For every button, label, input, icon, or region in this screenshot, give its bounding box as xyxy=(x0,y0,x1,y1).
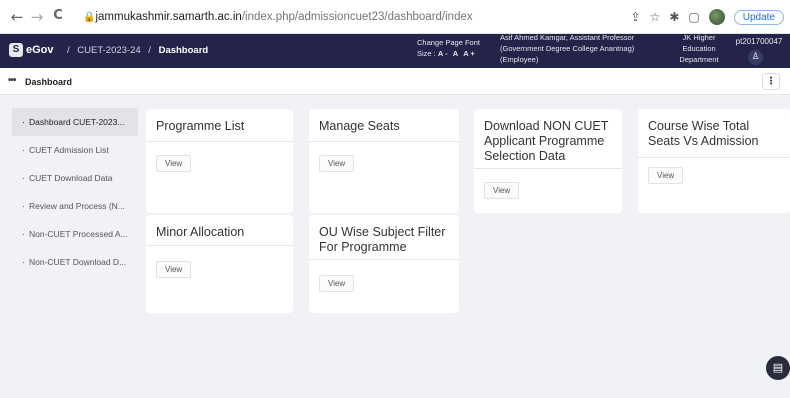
sidebar-item-label: Review and Process (N... xyxy=(29,201,125,211)
card-divider xyxy=(309,141,459,142)
dept-line: JK Higher xyxy=(682,33,716,42)
page-subheader: ••• Dashboard ⋮ xyxy=(0,68,790,95)
font-label: Change Page Font xyxy=(417,38,480,47)
card-ou-wise-subject-filter: OU Wise Subject Filter For Programme Vie… xyxy=(309,215,459,313)
sidebar-item-label: Non-CUET Download D... xyxy=(29,257,127,267)
dept-line: Education xyxy=(682,44,716,53)
user-college: (Government Degree College Anantnag) xyxy=(500,44,635,53)
card-title: OU Wise Subject Filter For Programme xyxy=(319,225,446,254)
bullet-icon: · xyxy=(22,201,25,211)
card-title: Programme List xyxy=(156,119,245,133)
sidebar: · Dashboard CUET-2023... · CUET Admissio… xyxy=(12,108,138,276)
bullet-icon: · xyxy=(22,145,25,155)
sidebar-item-non-cuet-processed[interactable]: · Non-CUET Processed A... xyxy=(12,220,138,248)
page-title: Dashboard xyxy=(25,77,73,87)
address-bar[interactable]: 🔒 jammukashmir.samarth.ac.in/index.php/a… xyxy=(83,6,473,28)
breadcrumb-separator: / xyxy=(148,45,151,56)
chat-icon[interactable]: ▤ xyxy=(766,356,790,380)
extensions-icon[interactable]: ✱ xyxy=(669,10,679,24)
card-title: Download NON CUET Applicant Programme Se… xyxy=(484,119,609,163)
profile-avatar[interactable] xyxy=(708,9,725,25)
logo-mark: S xyxy=(9,43,23,57)
more-options-button[interactable]: ⋮ xyxy=(762,73,780,90)
sidebar-item-label: Dashboard CUET-2023... xyxy=(29,117,125,127)
lock-icon: 🔒 xyxy=(83,11,96,23)
user-avatar-icon[interactable]: ♙ xyxy=(748,50,763,65)
view-button[interactable]: View xyxy=(319,155,355,172)
sidebar-item-cuet-download-data[interactable]: · CUET Download Data xyxy=(12,164,138,192)
reload-icon[interactable]: C xyxy=(47,8,69,23)
sidepanel-icon[interactable]: ▢ xyxy=(688,10,699,24)
app-header: S eGov / CUET-2023-24 / Dashboard Change… xyxy=(0,32,790,68)
card-programme-list: Programme List View xyxy=(146,109,293,213)
dept-line: Department xyxy=(679,55,719,64)
card-divider xyxy=(638,157,790,158)
bullet-icon: · xyxy=(22,117,25,127)
star-icon[interactable]: ☆ xyxy=(650,10,661,24)
sidebar-item-dashboard[interactable]: · Dashboard CUET-2023... xyxy=(12,108,138,136)
sidebar-item-review-and-process[interactable]: · Review and Process (N... xyxy=(12,192,138,220)
bullet-icon: · xyxy=(22,173,25,183)
card-divider xyxy=(474,168,622,169)
view-button[interactable]: View xyxy=(484,182,520,199)
menu-toggle-icon[interactable]: ••• xyxy=(8,75,16,86)
card-title: Manage Seats xyxy=(319,119,400,133)
card-title: Course Wise Total Seats Vs Admission xyxy=(648,119,759,148)
bullet-icon: · xyxy=(22,257,25,267)
sidebar-item-label: CUET Admission List xyxy=(29,145,109,155)
share-icon[interactable]: ⇪ xyxy=(631,10,641,24)
card-divider xyxy=(146,141,293,142)
sidebar-item-cuet-admission-list[interactable]: · CUET Admission List xyxy=(12,136,138,164)
card-divider xyxy=(309,259,459,260)
card-minor-allocation: Minor Allocation View xyxy=(146,215,293,313)
view-button[interactable]: View xyxy=(156,261,192,278)
view-button[interactable]: View xyxy=(648,167,684,184)
breadcrumb-project[interactable]: CUET-2023-24 xyxy=(77,45,140,56)
card-divider xyxy=(146,245,293,246)
forward-arrow-icon[interactable]: → xyxy=(26,8,48,26)
breadcrumb-current: Dashboard xyxy=(158,45,209,56)
font-increase-button[interactable]: A + xyxy=(463,49,475,58)
font-size-control: Change Page Font Size : A - A A + xyxy=(417,37,480,59)
sidebar-item-label: CUET Download Data xyxy=(29,173,113,183)
sidebar-item-label: Non-CUET Processed A... xyxy=(29,229,128,239)
user-info: Asif Ahmed Kamgar, Assistant Professor (… xyxy=(500,32,646,65)
card-manage-seats: Manage Seats View xyxy=(309,109,459,213)
card-course-wise-seats: Course Wise Total Seats Vs Admission Vie… xyxy=(638,109,790,213)
font-size-label: Size : xyxy=(417,49,436,58)
url-host: jammukashmir.samarth.ac.in xyxy=(95,11,242,23)
card-download-non-cuet: Download NON CUET Applicant Programme Se… xyxy=(474,109,622,213)
url-path: /index.php/admissioncuet23/dashboard/ind… xyxy=(241,11,473,23)
egov-logo[interactable]: S eGov xyxy=(9,43,54,57)
back-arrow-icon[interactable]: ← xyxy=(6,8,28,26)
user-role: (Employee) xyxy=(500,55,539,64)
user-id: pt201700047 xyxy=(735,37,783,46)
sidebar-item-non-cuet-download[interactable]: · Non-CUET Download D... xyxy=(12,248,138,276)
card-title: Minor Allocation xyxy=(156,225,245,239)
user-name: Asif Ahmed Kamgar, Assistant Professor xyxy=(500,33,635,42)
update-button[interactable]: Update xyxy=(733,9,784,25)
breadcrumb-separator: / xyxy=(67,45,70,56)
browser-toolbar: ← → C 🔒 jammukashmir.samarth.ac.in/index… xyxy=(0,0,790,34)
view-button[interactable]: View xyxy=(319,275,355,292)
font-normal-button[interactable]: A xyxy=(453,49,458,58)
department-info: JK Higher Education Department xyxy=(674,32,724,65)
view-button[interactable]: View xyxy=(156,155,192,172)
font-decrease-button[interactable]: A - xyxy=(438,49,448,58)
browser-actions: ⇪ ☆ ✱ ▢ Update xyxy=(631,6,784,28)
breadcrumb: / CUET-2023-24 / Dashboard xyxy=(62,45,208,56)
logo-text: eGov xyxy=(26,44,54,56)
bullet-icon: · xyxy=(22,229,25,239)
